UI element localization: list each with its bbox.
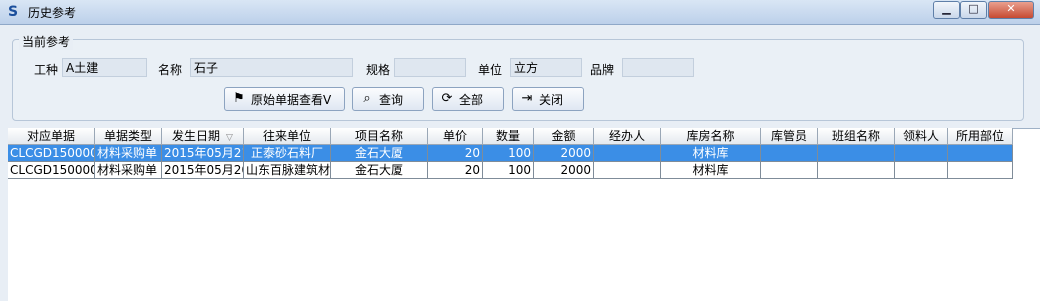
col-header-keeper[interactable]: 库管员 — [761, 128, 818, 145]
sort-arrow-icon: ▽ — [226, 133, 233, 143]
table-cell[interactable]: 材料库 — [661, 162, 761, 179]
query-label: 查询 — [379, 92, 404, 107]
col-header-doc[interactable]: 对应单据 — [8, 128, 95, 145]
table-cell[interactable]: 材料采购单 — [95, 145, 162, 162]
close-button[interactable]: ⇥ 关闭 — [512, 87, 584, 111]
search-icon: ⌕ — [363, 91, 371, 106]
source-doc-label: 原始单据查看V — [251, 92, 332, 107]
spec-field[interactable] — [394, 58, 466, 77]
table-cell[interactable]: 2000 — [534, 145, 594, 162]
table-cell[interactable]: 20 — [428, 145, 483, 162]
col-header-amount[interactable]: 金额 — [534, 128, 594, 145]
table-cell[interactable]: 100 — [483, 145, 534, 162]
refresh-icon: ⟳ — [441, 91, 453, 106]
table-cell[interactable] — [818, 162, 895, 179]
flag-icon: ⚑ — [233, 91, 245, 106]
close-window-button[interactable]: ✕ — [988, 1, 1034, 19]
name-field[interactable]: 石子 — [190, 58, 353, 77]
col-header-price[interactable]: 单价 — [428, 128, 483, 145]
table-cell[interactable]: 2015年05月20日 — [162, 162, 244, 179]
table-cell[interactable]: 2015年05月21日 — [162, 145, 244, 162]
col-header-date-label: 发生日期 — [172, 129, 221, 143]
table-cell[interactable] — [594, 145, 661, 162]
all-button[interactable]: ⟳ 全部 — [432, 87, 504, 111]
col-header-partner[interactable]: 往来单位 — [244, 128, 331, 145]
query-button[interactable]: ⌕ 查询 — [352, 87, 424, 111]
table-cell[interactable] — [594, 162, 661, 179]
table-cell[interactable]: 20 — [428, 162, 483, 179]
title-bar: S 历史参考 ▁ □ ✕ — [0, 0, 1040, 25]
exit-door-icon: ⇥ — [521, 91, 533, 106]
table-cell[interactable]: 100 — [483, 162, 534, 179]
table-cell[interactable] — [818, 145, 895, 162]
table-cell[interactable] — [761, 145, 818, 162]
source-doc-button[interactable]: ⚑ 原始单据查看V — [224, 87, 345, 111]
close-label: 关闭 — [539, 92, 564, 107]
table-cell[interactable]: 材料库 — [661, 145, 761, 162]
table-cell[interactable] — [761, 162, 818, 179]
label-unit: 单位 — [478, 63, 503, 77]
col-header-project[interactable]: 项目名称 — [331, 128, 428, 145]
col-header-handler[interactable]: 经办人 — [594, 128, 661, 145]
table-cell[interactable] — [948, 162, 1013, 179]
col-header-warehouse[interactable]: 库房名称 — [661, 128, 761, 145]
table-cell[interactable]: 山东百脉建筑材 — [244, 162, 331, 179]
maximize-button[interactable]: □ — [960, 1, 987, 19]
table-cell[interactable]: 金石大厦 — [331, 145, 428, 162]
col-header-type[interactable]: 单据类型 — [95, 128, 162, 145]
table-cell[interactable]: 金石大厦 — [331, 162, 428, 179]
window-title: 历史参考 — [28, 6, 77, 20]
work-type-field[interactable]: A土建 — [62, 58, 147, 77]
label-brand: 品牌 — [590, 63, 615, 77]
group-title: 当前参考 — [19, 33, 74, 50]
all-label: 全部 — [459, 92, 484, 107]
col-header-team[interactable]: 班组名称 — [818, 128, 895, 145]
minimize-button[interactable]: ▁ — [933, 1, 960, 19]
brand-field[interactable] — [622, 58, 694, 77]
app-icon: S — [7, 4, 19, 20]
table-cell[interactable]: 正泰砂石料厂 — [244, 145, 331, 162]
table-cell[interactable]: CLCGD150000002 — [8, 145, 95, 162]
table-cell[interactable]: CLCGD150000001 — [8, 162, 95, 179]
table-cell[interactable] — [895, 145, 948, 162]
col-header-qty[interactable]: 数量 — [483, 128, 534, 145]
label-work-type: 工种 — [34, 63, 59, 77]
col-header-receiver[interactable]: 领料人 — [895, 128, 948, 145]
table-cell[interactable]: 材料采购单 — [95, 162, 162, 179]
col-header-date[interactable]: 发生日期 ▽ — [162, 128, 244, 145]
col-header-part[interactable]: 所用部位 — [948, 128, 1013, 145]
table-cell[interactable] — [895, 162, 948, 179]
table-cell[interactable] — [948, 145, 1013, 162]
unit-field[interactable]: 立方 — [510, 58, 582, 77]
label-spec: 规格 — [366, 63, 391, 77]
table-cell[interactable]: 2000 — [534, 162, 594, 179]
label-name: 名称 — [158, 63, 183, 77]
